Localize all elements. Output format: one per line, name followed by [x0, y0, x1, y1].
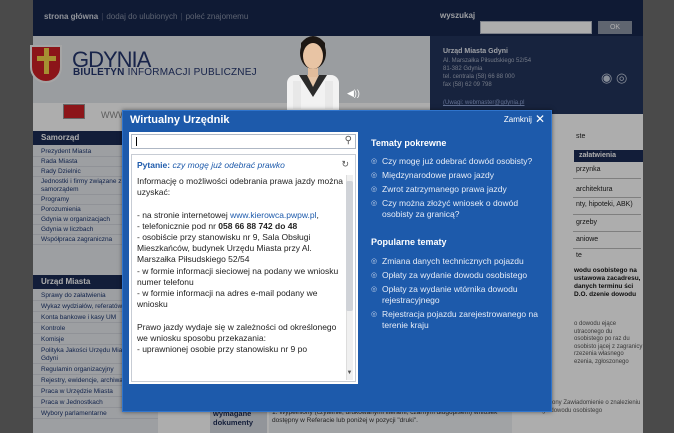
popular-topics-title: Popularne tematy	[371, 237, 447, 247]
related-topics-title: Tematy pokrewne	[371, 138, 447, 148]
circle-bullet-icon: ◎	[371, 286, 378, 293]
popular-topic-link[interactable]: ◎ Opłaty za wydanie dowodu osobistego	[371, 270, 551, 281]
circle-bullet-icon: ◎	[371, 272, 378, 279]
related-topic-link[interactable]: ◎ Zwrot zatrzymanego prawa jazdy	[371, 184, 551, 195]
question-panel: ⚲ Pytanie: czy mogę już odebrać prawko ↻…	[129, 132, 358, 384]
circle-bullet-icon: ◎	[371, 186, 378, 193]
popular-topic-link[interactable]: ◎ Opłaty za wydanie wtórnika dowodu rejes…	[371, 284, 551, 306]
close-label: Zamknij	[503, 114, 532, 124]
answer-segment: - osobiście przy stanowisku nr 9, Sala O…	[137, 232, 339, 355]
answer-text: Informację o możliwości odebrania prawa …	[137, 176, 343, 355]
virtual-clerk-avatar	[287, 36, 339, 117]
phone-number: 058 66 88 742 do 48	[218, 220, 298, 231]
question-text: czy mogę już odebrać prawko	[172, 160, 285, 170]
topic-label: Czy mogę już odebrać dowód osobisty?	[382, 156, 533, 166]
refresh-icon[interactable]: ↻	[341, 159, 349, 170]
circle-bullet-icon: ◎	[371, 200, 378, 207]
topic-label: Czy można złożyć wniosek o dowód osobist…	[382, 198, 519, 219]
dialog-title: Wirtualny Urzędnik	[130, 114, 230, 126]
answer-question: Pytanie: czy mogę już odebrać prawko	[137, 160, 285, 170]
circle-bullet-icon: ◎	[371, 158, 378, 165]
circle-bullet-icon: ◎	[371, 172, 378, 179]
close-button[interactable]: Zamknij ✕	[503, 112, 545, 126]
circle-bullet-icon: ◎	[371, 311, 378, 318]
virtual-clerk-dialog: Wirtualny Urzędnik Zamknij ✕ ⚲ Pytanie: …	[122, 110, 552, 412]
answer-area: Pytanie: czy mogę już odebrać prawko ↻ I…	[131, 154, 356, 382]
circle-bullet-icon: ◎	[371, 258, 378, 265]
topic-label: Międzynarodowe prawo jazdy	[382, 170, 494, 180]
scrollbar-thumb[interactable]	[346, 181, 353, 311]
related-topic-link[interactable]: ◎ Czy mogę już odebrać dowód osobisty?	[371, 156, 551, 167]
popular-topic-link[interactable]: ◎ Rejestracja pojazdu zarejestrowanego na…	[371, 309, 551, 331]
related-topic-link[interactable]: ◎ Międzynarodowe prawo jazdy	[371, 170, 551, 181]
search-icon[interactable]: ⚲	[345, 135, 352, 146]
question-prefix: Pytanie:	[137, 160, 171, 170]
topic-label: Zwrot zatrzymanego prawa jazdy	[382, 184, 507, 194]
close-icon: ✕	[534, 112, 545, 126]
topic-label: Rejestracja pojazdu zarejestrowanego na …	[382, 309, 538, 330]
topic-label: Opłaty za wydanie dowodu osobistego	[382, 270, 528, 280]
related-topic-link[interactable]: ◎ Czy można złożyć wniosek o dowód osobis…	[371, 198, 551, 220]
topic-label: Zmiana danych technicznych pojazdu	[382, 256, 524, 266]
scroll-down-icon[interactable]: ▼	[346, 370, 353, 378]
kierowca-link[interactable]: www.kierowca.pwpw.pl	[230, 210, 316, 220]
topic-label: Opłaty za wydanie wtórnika dowodu rejest…	[382, 284, 518, 305]
popular-topic-link[interactable]: ◎ Zmiana danych technicznych pojazdu	[371, 256, 551, 267]
screen: strona główna | dodaj do ulubionych | poleć …	[0, 0, 674, 433]
text-cursor	[136, 137, 137, 146]
question-input[interactable]: ⚲	[131, 134, 356, 149]
speaker-icon[interactable]: ◀))	[347, 88, 360, 99]
